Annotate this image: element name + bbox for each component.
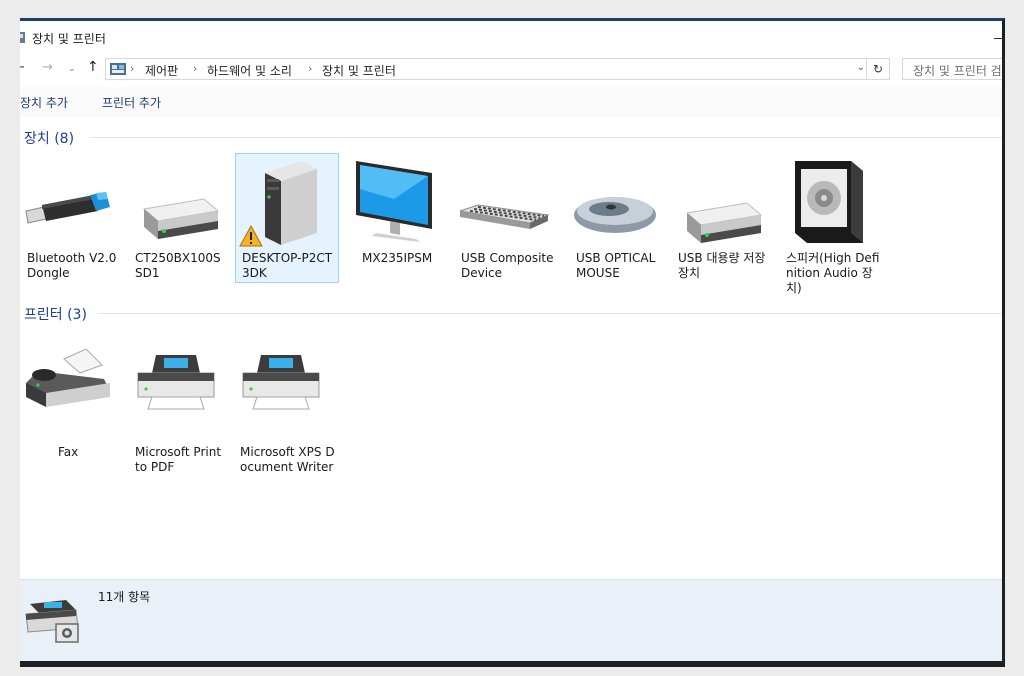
printer-xps-writer[interactable]: Microsoft XPS Document Writer xyxy=(233,343,335,474)
breadcrumb-separator: › xyxy=(130,62,135,75)
up-button[interactable]: ↑ xyxy=(87,59,99,75)
printer-icon xyxy=(137,355,215,410)
recent-locations-button[interactable]: ⌄ xyxy=(68,64,76,74)
device-label: DESKTOP-P2CT3DK xyxy=(242,251,333,280)
breadcrumb-separator: › xyxy=(193,62,198,75)
minimize-icon[interactable] xyxy=(994,38,1002,39)
device-label: MX235IPSM xyxy=(362,251,433,265)
printer-label: Microsoft Print to PDF xyxy=(135,445,222,474)
device-mouse[interactable]: USB OPTICAL MOUSE xyxy=(569,153,669,283)
devices-group-header[interactable]: 장치 (8) xyxy=(24,128,74,148)
drive-icon xyxy=(685,202,763,243)
command-bar: 장치 추가 프린터 추가 xyxy=(20,87,1002,117)
navigation-bar: ← → ⌄ ↑ › 제어판 › 하드웨어 및 소리 › 장치 및 프린터 ⌄ ↻… xyxy=(20,58,1002,84)
printer-label: Microsoft XPS Document Writer xyxy=(240,445,335,474)
add-device-button[interactable]: 장치 추가 xyxy=(20,94,68,111)
device-speaker[interactable]: 스피커(High Definition Audio 장치) xyxy=(779,153,879,303)
refresh-button[interactable]: ↻ xyxy=(866,58,889,80)
device-label: USB Composite Device xyxy=(461,251,554,280)
control-panel-icon xyxy=(110,63,126,75)
printer-fax[interactable]: Fax xyxy=(20,343,120,459)
drive-icon xyxy=(142,198,220,239)
printer-print-to-pdf[interactable]: Microsoft Print to PDF xyxy=(128,343,228,474)
breadcrumb-control-panel[interactable]: 제어판 xyxy=(145,62,178,79)
device-label: Bluetooth V2.0 Dongle xyxy=(27,251,117,280)
breadcrumb-separator: › xyxy=(308,62,313,75)
forward-button[interactable]: → xyxy=(42,60,53,75)
address-bar[interactable]: › 제어판 › 하드웨어 및 소리 › 장치 및 프린터 ⌄ ↻ xyxy=(105,58,890,80)
address-dropdown-icon[interactable]: ⌄ xyxy=(857,62,865,73)
item-count: 11개 항목 xyxy=(98,590,151,604)
group-divider xyxy=(90,137,1002,138)
device-label: USB OPTICAL MOUSE xyxy=(576,251,656,280)
search-placeholder: 장치 및 프린터 검 xyxy=(913,64,1002,78)
breadcrumb-devices-printers[interactable]: 장치 및 프린터 xyxy=(322,62,396,79)
keyboard-icon xyxy=(459,204,550,229)
printer-icon xyxy=(242,355,320,410)
printer-label: Fax xyxy=(58,445,79,459)
mouse-icon xyxy=(574,197,656,233)
device-desktop[interactable]: DESKTOP-P2CT3DK xyxy=(235,153,335,283)
device-ssd[interactable]: CT250BX100SSD1 xyxy=(128,153,228,283)
add-printer-button[interactable]: 프린터 추가 xyxy=(102,94,161,111)
printer-camera-icon xyxy=(25,600,79,643)
back-button[interactable]: ← xyxy=(20,60,25,75)
usb-dongle-icon xyxy=(25,192,110,224)
device-keyboard[interactable]: USB Composite Device xyxy=(454,153,554,283)
search-box[interactable]: 장치 및 프린터 검 xyxy=(902,58,1002,80)
device-label: USB 대용량 저장 장치 xyxy=(678,251,766,280)
monitor-icon xyxy=(356,161,432,242)
device-monitor[interactable]: MX235IPSM xyxy=(350,153,450,283)
speaker-icon xyxy=(795,161,863,243)
group-divider xyxy=(98,313,1002,314)
printers-group-header[interactable]: 프린터 (3) xyxy=(24,304,87,324)
device-bluetooth-dongle[interactable]: Bluetooth V2.0 Dongle xyxy=(20,153,120,283)
details-pane: 11개 항목 xyxy=(20,579,1002,661)
breadcrumb-hardware-sound[interactable]: 하드웨어 및 소리 xyxy=(207,62,292,79)
warning-icon xyxy=(239,225,263,247)
fax-icon xyxy=(26,349,110,407)
devices-and-printers-window: 장치 및 프린터 ← → ⌄ ↑ › 제어판 › 하드웨어 및 소리 › 장치 … xyxy=(20,18,1005,667)
device-label: 스피커(High Definition Audio 장치) xyxy=(786,251,880,295)
device-label: CT250BX100SSD1 xyxy=(135,251,221,280)
window-title: 장치 및 프린터 xyxy=(32,32,106,46)
device-usb-storage[interactable]: USB 대용량 저장 장치 xyxy=(671,153,771,283)
app-icon xyxy=(20,32,25,43)
title-bar: 장치 및 프린터 xyxy=(20,21,1002,55)
